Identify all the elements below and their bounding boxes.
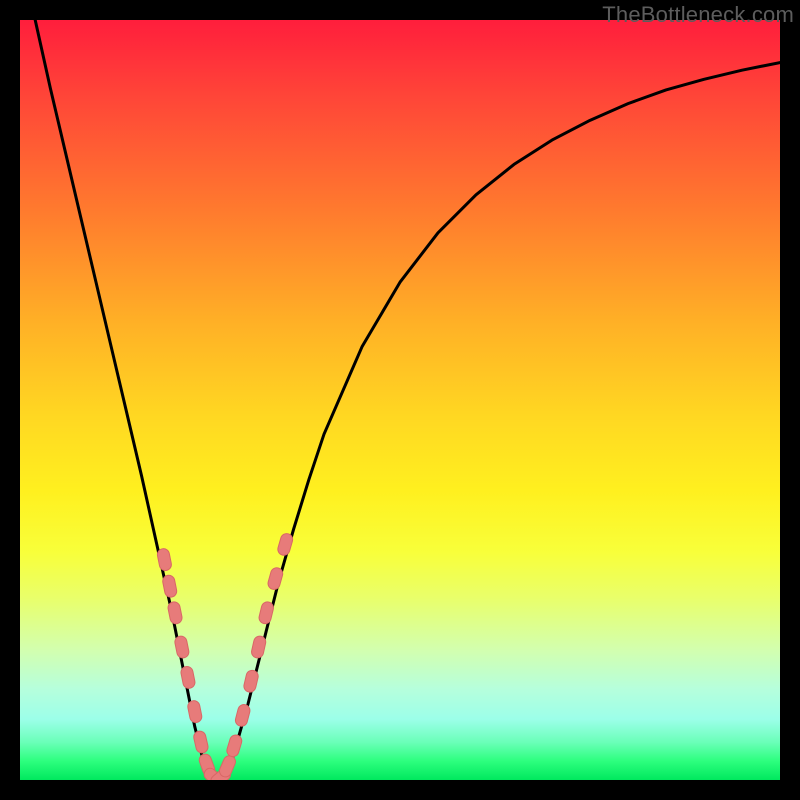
curve-marker bbox=[225, 734, 243, 759]
curve-marker bbox=[243, 669, 260, 693]
curve-marker bbox=[250, 635, 266, 659]
curve-marker bbox=[180, 665, 196, 689]
bottleneck-curve bbox=[20, 20, 780, 780]
curve-marker bbox=[258, 601, 275, 625]
curve-marker bbox=[174, 635, 190, 659]
chart-frame: TheBottleneck.com bbox=[0, 0, 800, 800]
plot-area bbox=[20, 20, 780, 780]
curve-marker bbox=[156, 548, 172, 572]
curve-marker bbox=[162, 574, 178, 598]
curve-marker bbox=[193, 730, 210, 754]
curve-marker bbox=[234, 703, 251, 727]
watermark-text: TheBottleneck.com bbox=[602, 2, 794, 28]
chart-svg bbox=[20, 20, 780, 780]
marker-layer bbox=[156, 532, 294, 780]
curve-marker bbox=[276, 532, 294, 556]
curve-layer bbox=[20, 20, 780, 780]
curve-marker bbox=[218, 754, 238, 779]
curve-marker bbox=[187, 700, 203, 724]
curve-marker bbox=[167, 601, 183, 625]
curve-marker bbox=[267, 566, 284, 590]
